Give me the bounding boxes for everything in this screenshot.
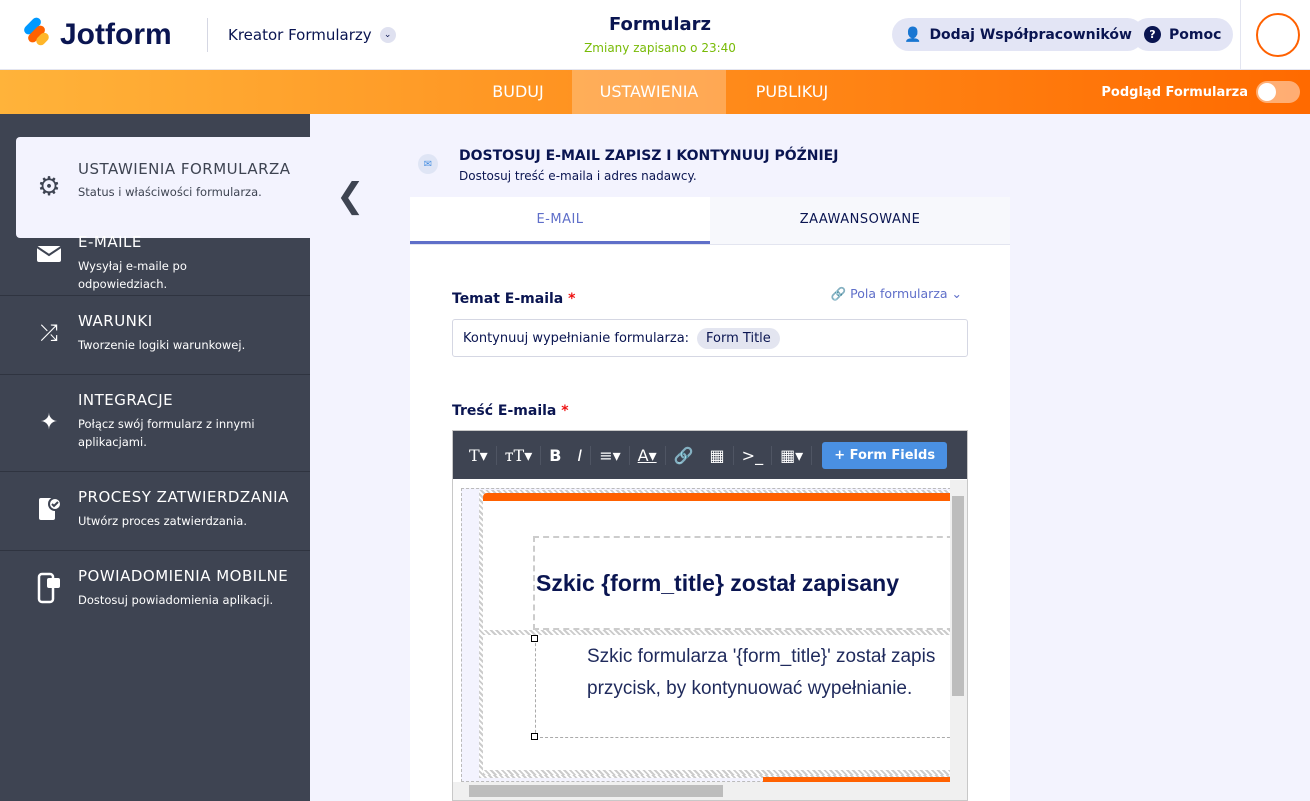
text-color-icon[interactable]: A▾	[630, 445, 666, 465]
tab-advanced[interactable]: ZAAWANSOWANE	[710, 197, 1010, 244]
help-icon: ?	[1144, 26, 1161, 43]
form-fields-button[interactable]: + Form Fields	[822, 441, 948, 469]
add-collaborators-button[interactable]: 👤 Dodaj Współpracowników	[892, 18, 1144, 51]
toggle-switch[interactable]	[1256, 81, 1300, 103]
avatar[interactable]	[1256, 13, 1300, 57]
link-icon: 🔗	[830, 286, 847, 301]
editor-toolbar: T▾ ᴛT▾ B I ≡▾ A▾ 🔗 ▦ >_ ▦▾ + Form Fields	[453, 431, 967, 479]
body-label: Treść E-maila *	[452, 403, 569, 419]
code-icon[interactable]: >_	[734, 445, 773, 465]
tab-publish[interactable]: PUBLIKUJ	[734, 70, 850, 114]
email-settings-card: E-MAIL ZAAWANSOWANE Temat E-maila * 🔗 Po…	[410, 197, 1010, 801]
user-icon: 👤	[904, 26, 922, 43]
divider	[1240, 0, 1241, 70]
collab-label: Dodaj Współpracowników	[929, 26, 1132, 43]
email-body-line-2: przycisk, by kontynuować wypełnianie.	[587, 678, 913, 699]
approval-icon	[36, 496, 62, 522]
resize-handle[interactable]	[531, 733, 538, 740]
sidebar-item-desc: Utwórz proces zatwierdzania.	[78, 514, 248, 528]
rich-text-editor[interactable]: T▾ ᴛT▾ B I ≡▾ A▾ 🔗 ▦ >_ ▦▾ + Form Fields…	[452, 430, 968, 801]
tab-build[interactable]: BUDUJ	[472, 70, 564, 114]
sidebar: ⚙ USTAWIENIA FORMULARZA Status i właściw…	[0, 114, 310, 801]
sidebar-item-desc: Połącz swój formularz z innymi aplikacja…	[78, 417, 255, 449]
italic-icon[interactable]: I	[569, 445, 592, 465]
sidebar-item-mobile-notifications[interactable]: POWIADOMIENIA MOBILNE Dostosuj powiadomi…	[0, 551, 310, 630]
bold-icon[interactable]: B	[541, 446, 569, 465]
sidebar-item-desc: Tworzenie logiki warunkowej.	[78, 338, 246, 352]
sidebar-item-integrations[interactable]: ✦ INTEGRACJE Połącz swój formularz z inn…	[0, 375, 310, 472]
gear-icon: ⚙	[37, 172, 61, 202]
preview-label: Podgląd Formularza	[1101, 84, 1248, 100]
sidebar-item-label: E-MAILE	[78, 233, 142, 251]
subject-input[interactable]: Kontynuuj wypełnianie formularza: Form Ti…	[452, 319, 968, 357]
email-top-bar	[483, 493, 959, 501]
top-bar: Jotform Kreator Formularzy ⌄ Formularz Zm…	[0, 0, 1310, 70]
logo-icon	[18, 15, 51, 52]
form-preview-toggle[interactable]: Podgląd Formularza	[1101, 70, 1300, 114]
table-icon[interactable]: ▦▾	[772, 445, 813, 465]
font-size-icon[interactable]: ᴛT▾	[497, 445, 542, 465]
form-title-tag[interactable]: Form Title	[697, 327, 780, 349]
form-title-area: Formularz Zmiany zapisano o 23:40	[560, 14, 760, 55]
collapse-panel-chevron-left-icon[interactable]: ❮	[336, 176, 365, 216]
jotform-logo[interactable]: Jotform	[18, 15, 172, 52]
builder-dropdown[interactable]: Kreator Formularzy ⌄	[228, 26, 396, 44]
sidebar-item-label: WARUNKI	[78, 312, 153, 330]
sidebar-item-emails[interactable]: E-MAILE Wysyłaj e-maile po odpowiedziach…	[0, 217, 310, 296]
help-button[interactable]: ? Pomoc	[1132, 18, 1234, 51]
mobile-icon	[36, 572, 62, 604]
shuffle-icon: ⤮	[40, 320, 58, 346]
image-icon[interactable]: ▦	[702, 445, 734, 465]
separator	[483, 630, 959, 635]
form-title[interactable]: Formularz	[560, 14, 760, 35]
envelope-icon	[36, 241, 62, 267]
panel-title: DOSTOSUJ E-MAIL ZAPISZ I KONTYNUUJ PÓŹNI…	[459, 148, 839, 164]
chevron-down-icon: ⌄	[379, 27, 396, 43]
sidebar-item-label: PROCESY ZATWIERDZANIA	[78, 488, 289, 506]
align-icon[interactable]: ≡▾	[591, 445, 630, 465]
tab-email[interactable]: E-MAIL	[410, 197, 710, 244]
subject-label: Temat E-maila *	[452, 291, 576, 307]
font-family-icon[interactable]: T▾	[461, 445, 497, 465]
editor-content[interactable]: Szkic {form_title} został zapisany Szkic…	[453, 480, 967, 800]
form-fields-label: Pola formularza	[850, 286, 948, 301]
sidebar-item-conditions[interactable]: ⤮ WARUNKI Tworzenie logiki warunkowej.	[0, 296, 310, 375]
tab-settings[interactable]: USTAWIENIA	[572, 70, 726, 114]
sidebar-item-label: USTAWIENIA FORMULARZA	[78, 160, 291, 178]
resize-handle[interactable]	[531, 635, 538, 642]
help-label: Pomoc	[1169, 26, 1222, 43]
subject-text: Kontynuuj wypełnianie formularza:	[463, 330, 690, 346]
sidebar-item-label: INTEGRACJE	[78, 391, 174, 409]
body-label-text: Treść E-maila	[452, 403, 557, 419]
form-fields-dropdown[interactable]: 🔗 Pola formularza ⌄	[831, 286, 962, 302]
email-tabs: E-MAIL ZAAWANSOWANE	[410, 197, 1010, 245]
sidebar-item-desc: Dostosuj powiadomienia aplikacji.	[78, 593, 274, 607]
subject-label-text: Temat E-maila	[452, 291, 564, 307]
logo-text: Jotform	[60, 18, 172, 51]
separator	[483, 770, 959, 775]
link-icon[interactable]: 🔗	[666, 446, 702, 465]
sidebar-item-desc: Status i właściwości formularza.	[78, 185, 262, 199]
panel-desc: Dostosuj treść e-maila i adres nadawcy.	[459, 169, 697, 183]
builder-label: Kreator Formularzy	[228, 26, 372, 44]
puzzle-icon: ✦	[39, 409, 59, 435]
sidebar-item-label: POWIADOMIENIA MOBILNE	[78, 567, 289, 585]
sidebar-item-desc: Wysyłaj e-maile po odpowiedziach.	[78, 259, 187, 291]
horizontal-scrollbar[interactable]	[453, 782, 967, 800]
email-settings-icon: ✉	[418, 154, 438, 174]
save-status: Zmiany zapisano o 23:40	[584, 41, 736, 55]
main-nav: BUDUJ USTAWIENIA PUBLIKUJ Podgląd Formul…	[0, 70, 1310, 114]
vertical-scrollbar[interactable]	[950, 480, 967, 782]
sidebar-item-approvals[interactable]: PROCESY ZATWIERDZANIA Utwórz proces zatw…	[0, 472, 310, 551]
email-body-line-1: Szkic formularza '{form_title}' został z…	[587, 646, 936, 667]
divider	[207, 18, 208, 52]
email-heading: Szkic {form_title} został zapisany	[536, 570, 900, 596]
